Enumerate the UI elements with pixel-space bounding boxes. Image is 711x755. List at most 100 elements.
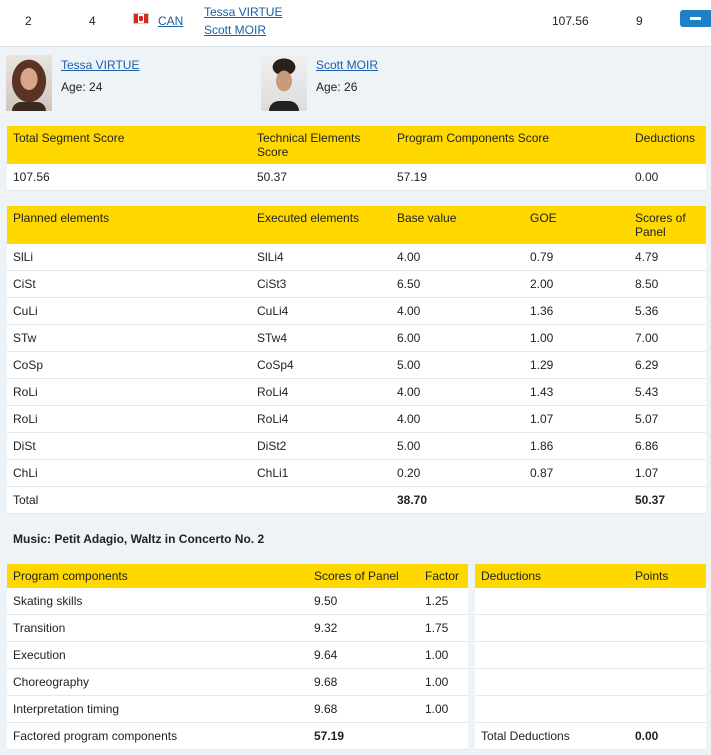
components-header: Program components xyxy=(7,564,308,588)
table-row xyxy=(475,614,706,642)
table-row: ChLi ChLi1 0.20 0.87 1.07 xyxy=(7,459,706,487)
summary-row: 2 4 CAN Tessa VIRTUE Scott MOIR 107.56 9 xyxy=(0,0,711,47)
component-factor: 1.25 xyxy=(419,588,468,615)
base-value: 4.00 xyxy=(391,405,524,433)
total-deductions-label: Total Deductions xyxy=(475,722,629,750)
skater2-name-link[interactable]: Scott MOIR xyxy=(316,58,378,72)
table-row: Choreography 9.68 1.00 xyxy=(7,668,468,696)
total-rank: 9 xyxy=(636,14,643,28)
segment-score-table: Total Segment Score Technical Elements S… xyxy=(7,126,706,191)
table-row: DiSt DiSt2 5.00 1.86 6.86 xyxy=(7,432,706,460)
goe: 1.36 xyxy=(524,297,629,325)
component-name: Execution xyxy=(7,641,308,669)
elements-header: Planned elements xyxy=(7,206,251,244)
skater1-name-link[interactable]: Tessa VIRTUE xyxy=(61,58,139,72)
segment-header: Program Components Score xyxy=(391,126,629,164)
deductions-header: Points xyxy=(629,564,706,588)
segment-header: Technical Elements Score xyxy=(251,126,391,164)
segment-value: 0.00 xyxy=(629,164,706,191)
table-row: RoLi RoLi4 4.00 1.43 5.43 xyxy=(7,378,706,406)
component-name: Transition xyxy=(7,614,308,642)
total-panel-score: 50.37 xyxy=(629,486,706,514)
component-name: Choreography xyxy=(7,668,308,696)
panel-score: 8.50 xyxy=(629,270,706,298)
skater1-age: Age: 24 xyxy=(61,80,103,94)
executed-element: SlLi4 xyxy=(251,244,391,271)
skater1-link[interactable]: Tessa VIRTUE xyxy=(204,5,282,19)
goe: 0.87 xyxy=(524,459,629,487)
table-row: CuLi CuLi4 4.00 1.36 5.36 xyxy=(7,297,706,325)
music-title: Music: Petit Adagio, Waltz in Concerto N… xyxy=(13,532,265,546)
panel-score: 5.07 xyxy=(629,405,706,433)
executed-element: CiSt3 xyxy=(251,270,391,298)
table-row: CiSt CiSt3 6.50 2.00 8.50 xyxy=(7,270,706,298)
component-factor: 1.00 xyxy=(419,668,468,696)
planned-element: ChLi xyxy=(7,459,251,487)
segment-value: 57.19 xyxy=(391,164,629,191)
component-name: Interpretation timing xyxy=(7,695,308,723)
base-value: 4.00 xyxy=(391,378,524,406)
panel-score: 6.29 xyxy=(629,351,706,379)
executed-element: STw4 xyxy=(251,324,391,352)
base-value: 6.50 xyxy=(391,270,524,298)
deductions-table: Deductions Points Total Deductions 0.00 xyxy=(475,564,706,750)
base-value: 4.00 xyxy=(391,244,524,271)
component-score: 9.50 xyxy=(308,588,419,615)
table-row xyxy=(475,641,706,669)
elements-header: Executed elements xyxy=(251,206,391,244)
component-factor: 1.00 xyxy=(419,695,468,723)
components-header: Scores of Panel xyxy=(308,564,419,588)
goe: 1.29 xyxy=(524,351,629,379)
table-row: Interpretation timing 9.68 1.00 xyxy=(7,695,468,723)
total-deductions-row: Total Deductions 0.00 xyxy=(475,722,706,750)
panel-score: 1.07 xyxy=(629,459,706,487)
planned-element: CuLi xyxy=(7,297,251,325)
factored-label: Factored program components xyxy=(7,722,308,750)
panel-score: 5.43 xyxy=(629,378,706,406)
factored-row: Factored program components 57.19 xyxy=(7,722,468,750)
planned-element: CiSt xyxy=(7,270,251,298)
skater2-photo xyxy=(261,55,307,111)
component-factor: 1.00 xyxy=(419,641,468,669)
component-score: 9.32 xyxy=(308,614,419,642)
deductions-header: Deductions xyxy=(475,564,629,588)
panel-score: 4.79 xyxy=(629,244,706,271)
table-row xyxy=(475,588,706,615)
total-score: 107.56 xyxy=(552,14,589,28)
base-value: 6.00 xyxy=(391,324,524,352)
goe: 1.43 xyxy=(524,378,629,406)
goe: 1.07 xyxy=(524,405,629,433)
elements-header: GOE xyxy=(524,206,629,244)
component-score: 9.68 xyxy=(308,668,419,696)
collapse-button[interactable] xyxy=(680,10,711,27)
start-number: 4 xyxy=(89,14,96,28)
table-row: Skating skills 9.50 1.25 xyxy=(7,588,468,615)
elements-header: Base value xyxy=(391,206,524,244)
executed-element: CuLi4 xyxy=(251,297,391,325)
component-score: 9.68 xyxy=(308,695,419,723)
component-name: Skating skills xyxy=(7,588,308,615)
segment-header: Total Segment Score xyxy=(7,126,251,164)
total-label: Total xyxy=(7,486,251,514)
component-factor: 1.75 xyxy=(419,614,468,642)
planned-element: DiSt xyxy=(7,432,251,460)
table-row: CoSp CoSp4 5.00 1.29 6.29 xyxy=(7,351,706,379)
nation-link[interactable]: CAN xyxy=(158,14,183,28)
panel-score: 5.36 xyxy=(629,297,706,325)
segment-value: 107.56 xyxy=(7,164,251,191)
table-row xyxy=(475,668,706,696)
table-row: SlLi SlLi4 4.00 0.79 4.79 xyxy=(7,244,706,271)
table-row: Execution 9.64 1.00 xyxy=(7,641,468,669)
base-value: 0.20 xyxy=(391,459,524,487)
panel-score: 7.00 xyxy=(629,324,706,352)
planned-element: RoLi xyxy=(7,405,251,433)
base-value: 5.00 xyxy=(391,351,524,379)
elements-table: Planned elements Executed elements Base … xyxy=(7,206,706,514)
base-value: 5.00 xyxy=(391,432,524,460)
component-score: 9.64 xyxy=(308,641,419,669)
panel-score: 6.86 xyxy=(629,432,706,460)
goe: 2.00 xyxy=(524,270,629,298)
skater2-link[interactable]: Scott MOIR xyxy=(204,23,266,37)
goe: 0.79 xyxy=(524,244,629,271)
executed-element: DiSt2 xyxy=(251,432,391,460)
